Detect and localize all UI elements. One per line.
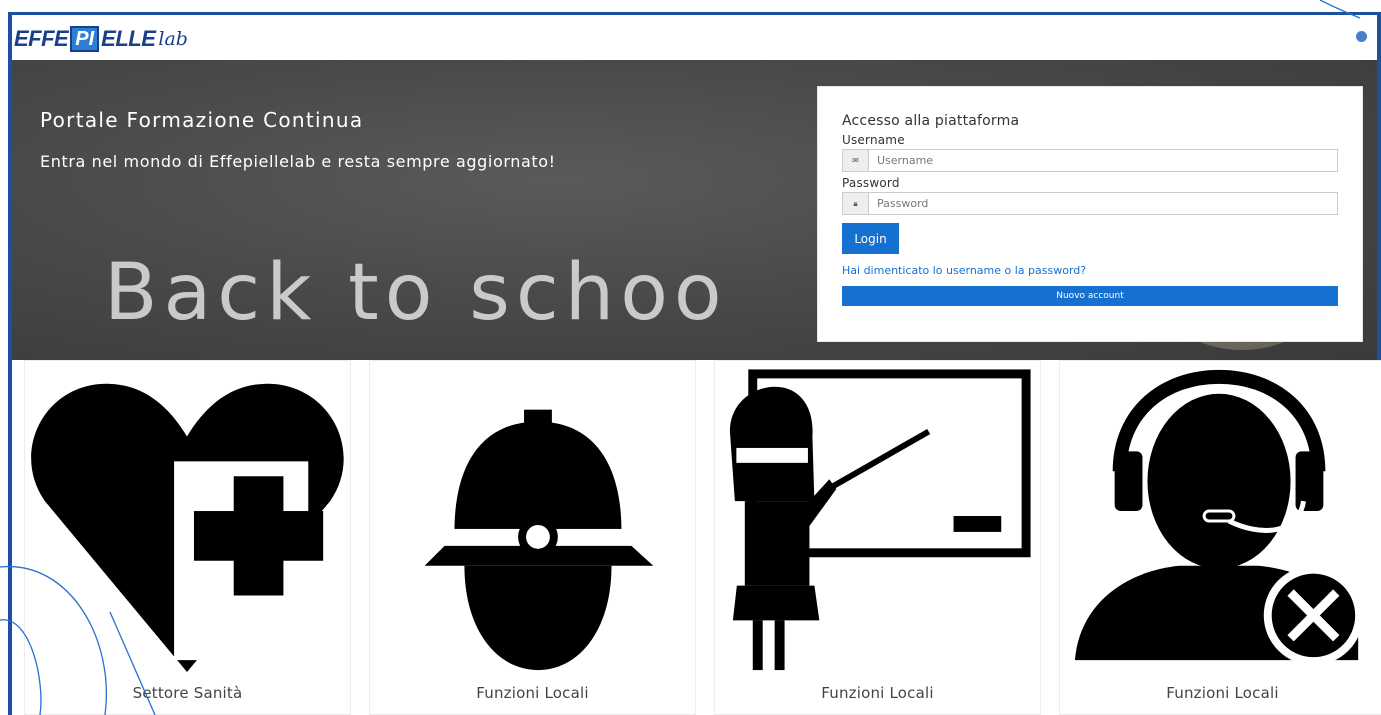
forgot-password-link[interactable]: Hai dimenticato lo username o la passwor… — [842, 264, 1338, 277]
brand-logo[interactable]: EFFE PI ELLE lab — [14, 26, 188, 52]
password-field-group: 🔒︎ — [842, 192, 1338, 215]
envelope-icon: ✉ — [843, 150, 869, 171]
card-label: Settore Sanità — [132, 684, 243, 702]
username-field-group: ✉ — [842, 149, 1338, 172]
card-label: Funzioni Locali — [821, 684, 934, 702]
card-funzioni-locali-3[interactable]: Funzioni Locali — [1059, 360, 1381, 715]
username-label: Username — [842, 133, 905, 147]
page-frame: EFFE PI ELLE lab Portale Formazione Cont… — [0, 0, 1381, 715]
card-funzioni-locali-1[interactable]: Funzioni Locali — [369, 360, 696, 715]
logo-pi: PI — [70, 26, 100, 52]
hero-title: Portale Formazione Continua — [40, 108, 364, 132]
login-button[interactable]: Login — [842, 223, 899, 254]
login-panel: Accesso alla piattaforma Username ✉ Pass… — [817, 86, 1363, 342]
navbar: EFFE PI ELLE lab — [12, 15, 1377, 60]
chalkboard-text: Back to schoo — [104, 248, 728, 338]
category-cards: Settore Sanità Funzioni Locali Funzioni … — [12, 360, 1381, 715]
login-heading: Accesso alla piattaforma — [842, 113, 1020, 129]
new-account-button[interactable]: Nuovo account — [842, 286, 1338, 306]
support-agent-icon — [1074, 369, 1364, 666]
password-input[interactable] — [869, 193, 1337, 214]
logo-lab: lab — [158, 28, 188, 50]
password-label: Password — [842, 176, 900, 190]
card-label: Funzioni Locali — [476, 684, 589, 702]
teacher-board-icon — [729, 369, 1031, 671]
hero-subtitle: Entra nel mondo di Effepiellelab e resta… — [40, 152, 556, 171]
logo-effe: EFFE — [14, 26, 69, 51]
lock-icon: 🔒︎ — [843, 193, 869, 214]
language-globe-icon[interactable] — [1356, 31, 1367, 42]
username-input[interactable] — [869, 150, 1337, 171]
card-settore-sanita[interactable]: Settore Sanità — [24, 360, 351, 715]
card-label: Funzioni Locali — [1166, 684, 1279, 702]
logo-elle: ELLE — [101, 26, 156, 51]
card-funzioni-locali-2[interactable]: Funzioni Locali — [714, 360, 1041, 715]
heart-cross-icon — [31, 383, 344, 673]
police-helmet-icon — [424, 409, 654, 671]
